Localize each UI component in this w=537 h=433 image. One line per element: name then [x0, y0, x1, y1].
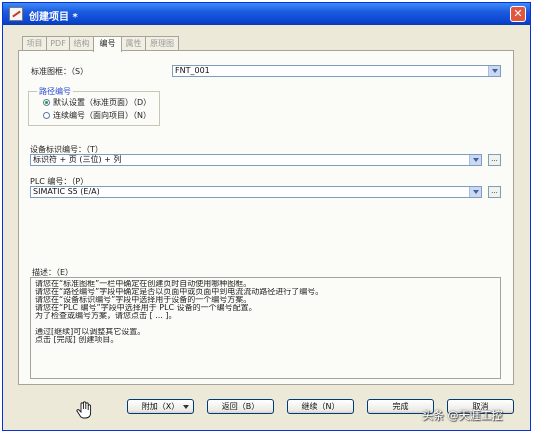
hand-cursor-icon	[76, 401, 92, 419]
radio-continuous-numbering-label[interactable]: 连续编号（面向项目）（N）	[53, 110, 151, 121]
description-line	[35, 320, 496, 328]
description-line: 为了检查或编号方案，请您点击 [ ... ]。	[35, 312, 177, 320]
next-button[interactable]: 继续（N）	[287, 399, 354, 414]
extra-button-label: 附加（X）	[141, 402, 180, 411]
app-icon	[9, 7, 23, 21]
tab-project[interactable]: 项目	[22, 36, 47, 51]
watermark: 头条 @天涯工控	[422, 409, 503, 422]
radio-continuous-numbering[interactable]	[43, 112, 50, 119]
standard-form-select[interactable]: FNT_001	[172, 65, 501, 77]
device-id-browse-button[interactable]: ...	[488, 154, 501, 166]
standard-form-value: FNT_001	[175, 66, 210, 75]
plc-value: SIMATIC S5 (E/A)	[33, 187, 100, 196]
tab-schematic[interactable]: 原理图	[145, 36, 179, 51]
description-line: 点击 [完成] 创建项目。	[35, 336, 119, 344]
plc-select[interactable]: SIMATIC S5 (E/A)	[30, 186, 482, 198]
chevron-down-icon	[183, 405, 189, 409]
close-button[interactable]: ✕	[510, 6, 526, 22]
chevron-down-icon[interactable]	[488, 66, 500, 76]
description-line: 请您在“路径编号”字段中确定是否以页面中或页面中到电流流动路径进行了编号。	[35, 288, 324, 296]
window-title: 创建项目 *	[29, 12, 78, 23]
path-numbering-title: 路径编号	[37, 86, 73, 97]
tab-pdf[interactable]: PDF	[46, 36, 70, 51]
back-button[interactable]: 返回（B）	[207, 399, 274, 414]
description-box: 请您在“标准图框”一栏中确定在创建页时自动使用哪种图框。 请您在“路径编号”字段…	[30, 277, 501, 379]
standard-form-label: 标准图框：（S）	[31, 67, 89, 76]
tab-numbering[interactable]: 编号	[93, 36, 122, 52]
chevron-down-icon[interactable]	[469, 187, 481, 197]
device-id-select[interactable]: 标识符 + 页 (三位) + 列	[30, 154, 482, 166]
radio-default-settings-label[interactable]: 默认设置（标准页面）（D）	[53, 97, 151, 108]
tab-properties[interactable]: 属性	[121, 36, 146, 51]
description-line: 请您在“设备标识编号”字段中选择用于设备的一个编号方案。	[35, 296, 252, 304]
title-bar[interactable]: 创建项目 * ✕	[3, 3, 530, 25]
radio-default-settings[interactable]	[43, 99, 50, 106]
device-id-value: 标识符 + 页 (三位) + 列	[33, 155, 122, 164]
description-line: 请您在“标准图框”一栏中确定在创建页时自动使用哪种图框。	[35, 280, 252, 288]
chevron-down-icon[interactable]	[469, 155, 481, 165]
tab-structure[interactable]: 结构	[69, 36, 94, 51]
plc-browse-button[interactable]: ...	[488, 186, 501, 198]
description-line: 请您在“PLC 编号”字段中选择用于 PLC 设备的一个编号配置。	[35, 304, 257, 312]
extra-button[interactable]: 附加（X）	[127, 399, 194, 414]
description-line: 通过[继续]可以调整其它设置。	[35, 328, 146, 336]
